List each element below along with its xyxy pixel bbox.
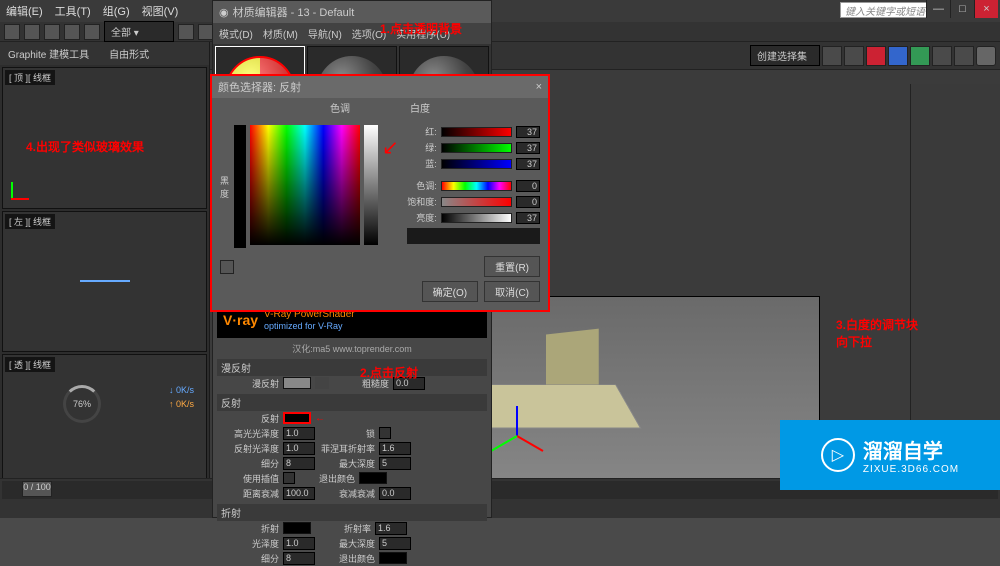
- hue-label: 色调: [330, 100, 350, 115]
- refr-subdiv-spinner[interactable]: 8: [283, 552, 315, 565]
- viewport-persp[interactable]: [ 透 ][ 线框 76% ↓ 0K/s ↑ 0K/s: [2, 354, 207, 496]
- window-controls: — □ ×: [926, 0, 998, 18]
- whiteness-slider[interactable]: [364, 125, 378, 245]
- dim-spinner[interactable]: 100.0: [283, 487, 315, 500]
- schematic-icon[interactable]: [910, 46, 930, 66]
- selection-set-dropdown[interactable]: 创建选择集: [750, 45, 820, 66]
- diffuse-swatch[interactable]: [283, 377, 311, 389]
- hue-slider[interactable]: [441, 181, 512, 191]
- green-slider[interactable]: [441, 143, 512, 153]
- blue-slider[interactable]: [441, 159, 512, 169]
- left-panel: Graphite 建模工具 自由形式 [ 顶 ][ 线框 [ 左 ][ 线框 […: [0, 42, 210, 498]
- red-slider[interactable]: [441, 127, 512, 137]
- material-editor-icon[interactable]: [932, 46, 952, 66]
- render-setup-icon[interactable]: [954, 46, 974, 66]
- blackness-label: 黑度: [220, 125, 230, 248]
- dim-falloff-spinner[interactable]: 0.0: [379, 487, 411, 500]
- ior-spinner[interactable]: 1.6: [375, 522, 407, 535]
- vray-logo: V·ray: [223, 312, 258, 328]
- interp-checkbox[interactable]: [283, 472, 295, 484]
- mat-menu-nav[interactable]: 导航(N): [308, 26, 342, 41]
- viewport-label: [ 顶 ][ 线框: [5, 70, 55, 85]
- viewport-top[interactable]: [ 顶 ][ 线框: [2, 67, 207, 209]
- roughness-spinner[interactable]: 0.0: [393, 377, 425, 390]
- curve-editor-icon[interactable]: [888, 46, 908, 66]
- reflect-swatch[interactable]: [283, 412, 311, 424]
- value-slider[interactable]: [441, 213, 512, 223]
- blackness-strip[interactable]: [234, 125, 246, 248]
- mirror-icon[interactable]: [822, 46, 842, 66]
- cancel-button[interactable]: 取消(C): [484, 281, 540, 302]
- diffuse-group: 漫反射: [217, 359, 487, 376]
- ok-button[interactable]: 确定(O): [422, 281, 478, 302]
- color-spectrum[interactable]: [250, 125, 360, 245]
- time-slider[interactable]: 0 / 100: [22, 481, 52, 497]
- maxdepth-spinner[interactable]: 5: [379, 457, 411, 470]
- mat-editor-title: 材质编辑器 - 13 - Default: [233, 4, 355, 20]
- refr-gloss-spinner[interactable]: 1.0: [283, 537, 315, 550]
- move-icon[interactable]: [178, 24, 194, 40]
- menu-view[interactable]: 视图(V): [142, 3, 179, 19]
- hilight-spinner[interactable]: 1.0: [283, 427, 315, 440]
- exit-color-swatch[interactable]: [359, 472, 387, 484]
- refract-group: 折射: [217, 504, 487, 521]
- freeform[interactable]: 自由形式: [109, 46, 149, 61]
- mat-menu-util[interactable]: 实用程序(U): [396, 26, 450, 41]
- mat-menu-options[interactable]: 选项(O): [352, 26, 386, 41]
- whiteness-label: 白度: [410, 100, 430, 115]
- lock-checkbox[interactable]: [379, 427, 391, 439]
- menu-group[interactable]: 组(G): [103, 3, 130, 19]
- eyedropper-icon[interactable]: [220, 260, 234, 274]
- viewport-left[interactable]: [ 左 ][ 线框: [2, 211, 207, 353]
- refr-depth-spinner[interactable]: 5: [379, 537, 411, 550]
- reflect-group: 反射: [217, 394, 487, 411]
- app-icon: ◉: [219, 6, 229, 19]
- minimize-button[interactable]: —: [926, 0, 950, 18]
- close-button[interactable]: ×: [974, 0, 998, 18]
- sat-slider[interactable]: [441, 197, 512, 207]
- close-icon[interactable]: ×: [536, 81, 542, 93]
- selection-filter[interactable]: 全部 ▾: [104, 21, 174, 42]
- color-preview: [407, 228, 540, 244]
- layers-icon[interactable]: [866, 46, 886, 66]
- align-icon[interactable]: [844, 46, 864, 66]
- cpu-gauge: 76%: [63, 385, 101, 423]
- refr-exit-swatch[interactable]: [379, 552, 407, 564]
- fresnel-spinner[interactable]: 1.6: [379, 442, 411, 455]
- viewport-label: [ 左 ][ 线框: [5, 214, 55, 229]
- reset-button[interactable]: 重置(R): [484, 256, 540, 277]
- subdiv-spinner[interactable]: 8: [283, 457, 315, 470]
- maximize-button[interactable]: □: [950, 0, 974, 18]
- map-button[interactable]: [315, 377, 329, 389]
- mat-menu-mode[interactable]: 模式(D): [219, 26, 253, 41]
- refl-gloss-spinner[interactable]: 1.0: [283, 442, 315, 455]
- redo-icon[interactable]: [64, 24, 80, 40]
- undo-icon[interactable]: [44, 24, 60, 40]
- play-icon: ▷: [821, 438, 855, 472]
- color-picker-title: 颜色选择器: 反射: [218, 79, 301, 95]
- toolbar-icon[interactable]: [4, 24, 20, 40]
- viewport-label: [ 透 ][ 线框: [5, 357, 55, 372]
- main-toolbar: 全部 ▾: [0, 22, 1000, 42]
- refract-swatch[interactable]: [283, 522, 311, 534]
- color-picker-dialog: 颜色选择器: 反射 × 色调 白度 黑度 ↙ 红:37 绿:37 蓝:37: [210, 74, 550, 312]
- menu-tools[interactable]: 工具(T): [55, 3, 91, 19]
- command-panel[interactable]: [910, 84, 1000, 458]
- watermark: ▷ 溜溜自学 ZIXUE.3D66.COM: [780, 420, 1000, 490]
- menu-edit[interactable]: 编辑(E): [6, 3, 43, 19]
- link-icon[interactable]: [84, 24, 100, 40]
- mat-menu-material[interactable]: 材质(M): [263, 26, 298, 41]
- teapot-icon[interactable]: [976, 46, 996, 66]
- graphite-tools[interactable]: Graphite 建模工具: [8, 46, 89, 61]
- toolbar-icon[interactable]: [24, 24, 40, 40]
